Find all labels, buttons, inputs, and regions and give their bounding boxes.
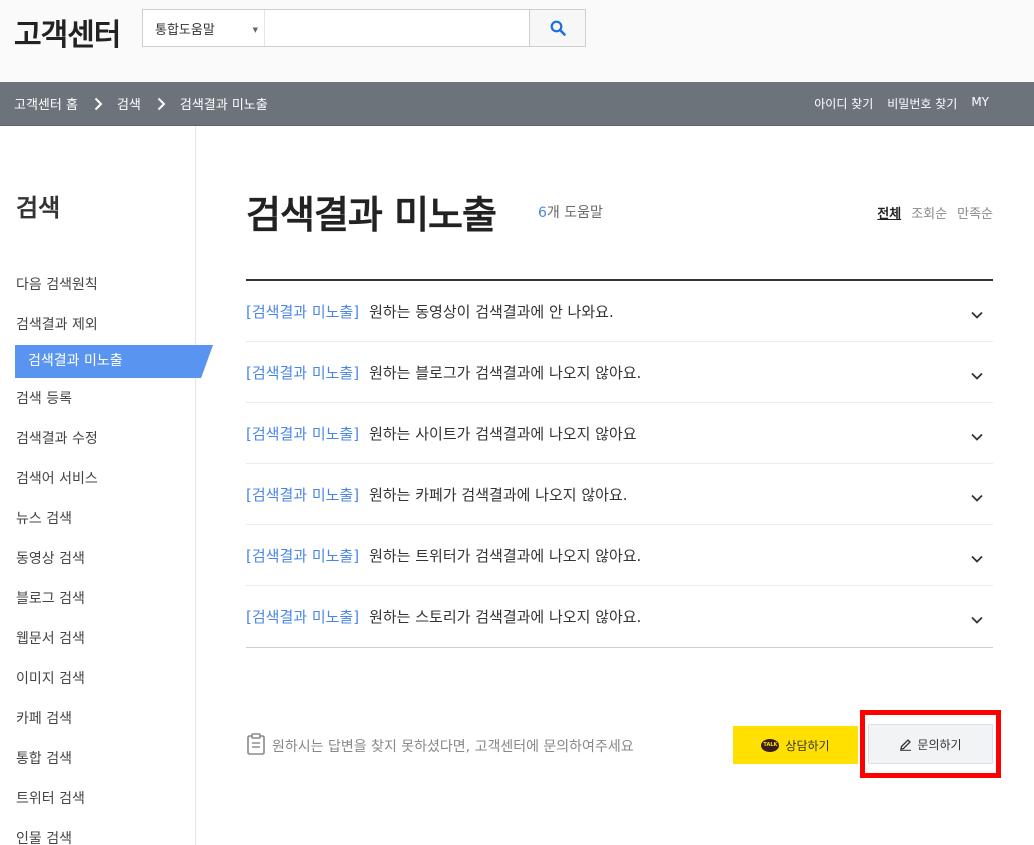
sort-options: 전체 조회순 만족순 <box>877 203 993 222</box>
sidebar-item[interactable]: 카페 검색 <box>0 705 196 745</box>
help-count: 6개 도움말 <box>538 202 603 222</box>
help-count-number: 6 <box>538 205 547 221</box>
chevron-right-icon <box>157 97 166 111</box>
faq-tag: [검색결과 미노출] <box>246 546 360 565</box>
faq-item[interactable]: [검색결과 미노출] 원하는 블로그가 검색결과에 나오지 않아요. <box>246 342 993 403</box>
sort-satisfaction[interactable]: 만족순 <box>957 203 993 222</box>
find-password-link[interactable]: 비밀번호 찾기 <box>887 95 957 112</box>
inquiry-button[interactable]: 문의하기 <box>868 724 993 764</box>
breadcrumb-home[interactable]: 고객센터 홈 <box>14 94 78 113</box>
help-text: 원하시는 답변을 찾지 못하셨다면, 고객센터에 문의하여주세요 <box>272 739 634 755</box>
faq-list: [검색결과 미노출] 원하는 동영상이 검색결과에 안 나와요. [검색결과 미노… <box>246 279 993 648</box>
chevron-down-icon <box>971 366 983 384</box>
chevron-down-icon <box>971 488 983 506</box>
faq-tag: [검색결과 미노출] <box>246 485 360 504</box>
faq-question: 원하는 사이트가 검색결과에 나오지 않아요 <box>369 424 637 443</box>
faq-question: 원하는 트위터가 검색결과에 나오지 않아요. <box>369 546 642 565</box>
sidebar: 검색 다음 검색원칙 검색결과 제외 검색결과 미노출 검색 등록 검색결과 수… <box>0 126 213 845</box>
chevron-down-icon <box>971 610 983 628</box>
account-links: 아이디 찾기 비밀번호 찾기 MY <box>814 95 1020 112</box>
main-area: 검색 다음 검색원칙 검색결과 제외 검색결과 미노출 검색 등록 검색결과 수… <box>0 126 1034 845</box>
pencil-icon <box>900 738 912 751</box>
faq-item[interactable]: [검색결과 미노출] 원하는 동영상이 검색결과에 안 나와요. <box>246 281 993 342</box>
sidebar-item-active-label: 검색결과 미노출 <box>15 345 213 378</box>
sidebar-item[interactable]: 트위터 검색 <box>0 785 196 825</box>
search-box: 통합도움말 ▼ <box>142 9 586 47</box>
faq-tag: [검색결과 미노출] <box>246 424 360 443</box>
sidebar-list: 다음 검색원칙 검색결과 제외 검색결과 미노출 검색 등록 검색결과 수정 검… <box>0 271 213 845</box>
chevron-down-icon <box>971 427 983 445</box>
talk-button-label: 상담하기 <box>785 738 830 753</box>
sidebar-item[interactable]: 검색결과 수정 <box>0 425 196 465</box>
kakao-talk-consult-button[interactable]: TALK 상담하기 <box>733 726 858 764</box>
find-id-link[interactable]: 아이디 찾기 <box>814 95 873 112</box>
help-message: 원하시는 답변을 찾지 못하셨다면, 고객센터에 문의하여주세요 <box>246 732 634 760</box>
page-title: 검색결과 미노출 <box>246 193 497 237</box>
sidebar-item[interactable]: 검색어 서비스 <box>0 465 196 505</box>
chevron-down-icon <box>971 305 983 323</box>
faq-question: 원하는 스토리가 검색결과에 나오지 않아요. <box>369 608 642 626</box>
faq-item[interactable]: [검색결과 미노출] 원하는 사이트가 검색결과에 나오지 않아요 <box>246 403 993 464</box>
faq-tag: [검색결과 미노출] <box>246 363 360 382</box>
chevron-right-icon <box>94 97 103 111</box>
sidebar-item[interactable]: 동영상 검색 <box>0 545 196 585</box>
faq-item[interactable]: [검색결과 미노출] 원하는 카페가 검색결과에 나오지 않아요. <box>246 464 993 525</box>
faq-question: 원하는 블로그가 검색결과에 나오지 않아요. <box>369 363 642 382</box>
chevron-down-icon <box>971 549 983 567</box>
breadcrumb-current[interactable]: 검색결과 미노출 <box>180 94 268 113</box>
navbar: 고객센터 홈 검색 검색결과 미노출 아이디 찾기 비밀번호 찾기 MY <box>0 82 1034 126</box>
sidebar-item[interactable]: 통합 검색 <box>0 745 196 785</box>
breadcrumb-search[interactable]: 검색 <box>117 94 141 113</box>
my-link[interactable]: MY <box>971 95 989 112</box>
logo[interactable]: 고객센터 <box>14 10 121 54</box>
faq-question: 원하는 카페가 검색결과에 나오지 않아요. <box>369 485 628 504</box>
search-scope-select[interactable]: 통합도움말 ▼ <box>143 10 265 46</box>
faq-question: 원하는 동영상이 검색결과에 안 나와요. <box>369 302 614 321</box>
sort-all[interactable]: 전체 <box>877 203 901 222</box>
caret-down-icon: ▼ <box>252 26 258 34</box>
help-count-label: 개 도움말 <box>546 205 603 221</box>
faq-tag: [검색결과 미노출] <box>246 302 360 321</box>
sidebar-item[interactable]: 뉴스 검색 <box>0 505 196 545</box>
search-input[interactable] <box>265 10 529 46</box>
inquiry-button-label: 문의하기 <box>917 737 962 752</box>
sidebar-item[interactable]: 다음 검색원칙 <box>0 271 196 311</box>
sidebar-item-active[interactable]: 검색결과 미노출 <box>0 345 213 385</box>
header: 고객센터 통합도움말 ▼ <box>0 0 1034 82</box>
faq-item[interactable]: [검색결과 미노출] 원하는 스토리가 검색결과에 나오지 않아요. <box>246 586 993 647</box>
faq-tag: [검색결과 미노출] <box>246 608 360 626</box>
faq-item[interactable]: [검색결과 미노출] 원하는 트위터가 검색결과에 나오지 않아요. <box>246 525 993 586</box>
search-scope-label: 통합도움말 <box>155 22 215 38</box>
kakao-talk-icon: TALK <box>761 738 780 752</box>
sort-views[interactable]: 조회순 <box>911 203 947 222</box>
search-button[interactable] <box>529 10 585 46</box>
sidebar-item[interactable]: 웹문서 검색 <box>0 625 196 665</box>
sidebar-item[interactable]: 인물 검색 <box>0 825 196 845</box>
search-icon <box>550 20 566 36</box>
sidebar-item[interactable]: 블로그 검색 <box>0 585 196 625</box>
sidebar-title: 검색 <box>16 194 61 222</box>
sidebar-item[interactable]: 검색 등록 <box>0 385 196 425</box>
breadcrumb: 고객센터 홈 검색 검색결과 미노출 <box>14 94 268 113</box>
clipboard-icon <box>246 732 266 760</box>
sidebar-item[interactable]: 이미지 검색 <box>0 665 196 705</box>
